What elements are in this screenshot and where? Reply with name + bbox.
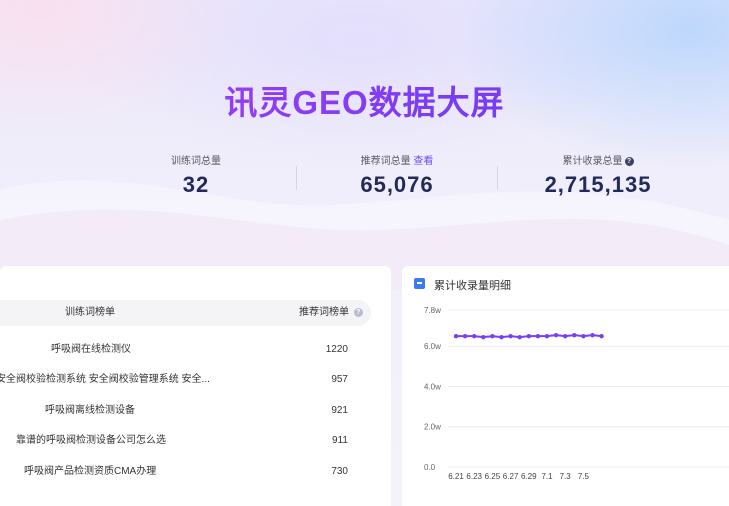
y-tick-label: 0.0 <box>424 463 436 472</box>
table-row[interactable]: 安全阀校验检测系统 安全阀校验管理系统 安全... 957 <box>0 370 390 390</box>
data-point <box>526 333 531 339</box>
x-tick-label: 6.21 <box>448 472 464 481</box>
data-point <box>517 334 522 340</box>
table-row[interactable]: 呼吸阀产品检测资质CMA办理 730 <box>0 462 390 482</box>
row-name: 呼吸阀在线检测仪 <box>51 344 131 355</box>
data-point <box>563 333 568 339</box>
table-header: 训练词榜单 推荐词榜单 ? <box>0 300 371 326</box>
data-point <box>544 333 550 339</box>
row-count: 911 <box>332 435 348 446</box>
data-point <box>535 333 541 339</box>
stat-training-label: 训练词总量 <box>171 156 221 167</box>
row-count: 957 <box>331 374 348 385</box>
data-point <box>508 333 513 339</box>
stat-recommend-value: 65,076 <box>360 172 434 197</box>
x-tick-label: 6.25 <box>485 472 501 481</box>
stat-recommend-total: 推荐词总量 查看 65,076 <box>337 156 457 198</box>
stat-indexed-label-row: 累计收录总量? <box>528 156 668 168</box>
chart-panel: 累计收录量明细 0.0 2.0w 4.0w 6.0w 7.8w 6.21 6.23 6.25 6… <box>402 266 729 506</box>
data-point <box>599 333 604 339</box>
y-tick-label: 7.8w <box>424 306 441 315</box>
row-name: 呼吸阀离线检测设备 <box>45 405 135 416</box>
row-name: 呼吸阀产品检测资质CMA办理 <box>24 466 157 477</box>
data-point <box>590 332 595 338</box>
table-row[interactable]: 呼吸阀在线检测仪 1220 <box>0 340 390 360</box>
row-count: 730 <box>331 466 348 477</box>
data-point <box>572 332 577 338</box>
x-tick-label: 6.23 <box>466 472 482 481</box>
row-count: 1220 <box>325 344 348 355</box>
row-count: 921 <box>331 405 348 416</box>
stat-training-value: 32 <box>182 172 210 197</box>
x-tick-label: 7.1 <box>541 472 553 481</box>
table-row[interactable]: 呼吸阀离线检测设备 921 <box>0 401 390 421</box>
x-tick-label: 7.3 <box>560 472 572 481</box>
stat-indexed-label: 累计收录总量 <box>562 156 623 167</box>
data-point <box>472 333 477 339</box>
data-point <box>499 334 504 340</box>
y-tick-label: 6.0w <box>424 342 441 351</box>
row-name: 靠谱的呼吸阀检测设备公司怎么选 <box>16 435 166 446</box>
stat-recommend-label-row: 推荐词总量 查看 <box>337 156 457 168</box>
page-title: 讯灵GEO数据大屏 <box>0 76 729 124</box>
help-icon[interactable]: ? <box>353 307 363 317</box>
ranking-panel: 训练词榜单 推荐词榜单 ? 呼吸阀在线检测仪 1220 安全阀校验检测系统 安全… <box>0 266 391 506</box>
x-tick-label: 6.29 <box>521 472 537 481</box>
data-point <box>490 333 495 339</box>
view-link[interactable]: 查看 <box>413 156 433 167</box>
data-point <box>581 333 586 339</box>
stat-divider <box>296 166 297 190</box>
data-point <box>553 332 559 338</box>
data-point <box>481 334 486 340</box>
x-tick-label: 6.27 <box>503 472 519 481</box>
stat-indexed-value: 2,715,135 <box>544 172 652 197</box>
x-tick-label: 7.5 <box>578 472 590 481</box>
y-tick-label: 4.0w <box>424 382 441 391</box>
table-row[interactable]: 靠谱的呼吸阀检测设备公司怎么选 911 <box>0 431 390 451</box>
data-point <box>462 333 468 339</box>
header-training: 训练词榜单 <box>65 307 115 318</box>
header-recommend-label: 推荐词榜单 <box>299 307 349 318</box>
y-tick-label: 2.0w <box>424 423 441 432</box>
help-icon[interactable]: ? <box>624 156 634 166</box>
data-point <box>453 333 459 339</box>
line-chart: 0.0 2.0w 4.0w 6.0w 7.8w 6.21 6.23 6.25 6.27 6.29 7… <box>424 306 729 481</box>
row-name: 安全阀校验检测系统 安全阀校验管理系统 安全... <box>0 374 210 385</box>
stat-divider <box>497 166 498 190</box>
header-recommend: 推荐词榜单 ? <box>299 300 363 326</box>
stat-recommend-label: 推荐词总量 <box>360 156 411 167</box>
stat-indexed-total: 累计收录总量? 2,715,135 <box>528 156 668 198</box>
stat-training-total: 训练词总量 32 <box>146 156 246 198</box>
